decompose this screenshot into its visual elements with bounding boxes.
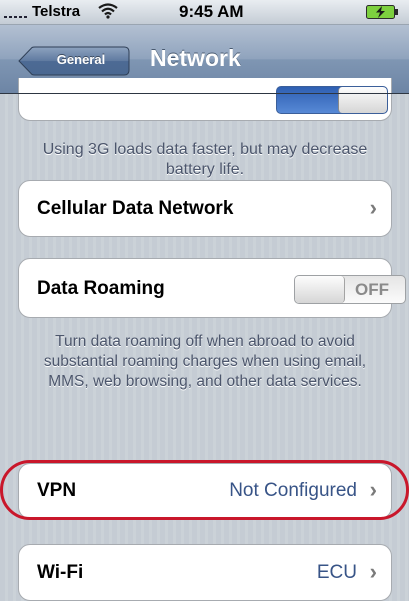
carrier-name: Telstra — [32, 3, 81, 20]
cellular-data-network-label: Cellular Data Network — [37, 198, 234, 219]
clock: 9:45 AM — [179, 2, 244, 21]
back-button[interactable]: General — [18, 46, 130, 76]
battery-icon — [366, 5, 398, 19]
data-roaming-note: Turn data roaming off when abroad to avo… — [43, 333, 367, 390]
data-roaming-label: Data Roaming — [37, 278, 165, 299]
wifi-icon — [98, 3, 118, 19]
signal-strength-icon — [4, 6, 27, 18]
3g-note: Using 3G loads data faster, but may decr… — [42, 141, 368, 178]
chevron-right-icon: › — [369, 559, 377, 584]
wifi-label: Wi-Fi — [37, 562, 84, 583]
wifi-value: ECU — [316, 562, 357, 583]
status-bar: Telstra 9:45 AM — [0, 0, 409, 25]
enable-3g-row[interactable] — [18, 78, 392, 121]
vpn-value: Not Configured — [229, 480, 357, 501]
back-button-label: General — [56, 52, 106, 67]
data-roaming-toggle[interactable]: OFF — [294, 275, 406, 304]
chevron-right-icon: › — [369, 195, 377, 220]
page-title: Network — [150, 45, 241, 71]
toggle-state-label: OFF — [355, 280, 389, 299]
chevron-right-icon: › — [369, 477, 377, 502]
vpn-label: VPN — [37, 480, 77, 501]
wifi-row[interactable]: Wi-Fi ECU › — [18, 544, 392, 601]
toggle-knob — [295, 276, 345, 303]
vpn-row[interactable]: VPN Not Configured › — [18, 463, 392, 519]
cellular-data-network-row[interactable]: Cellular Data Network › — [18, 180, 392, 237]
data-roaming-row: Data Roaming OFF — [18, 258, 406, 318]
enable-3g-toggle[interactable] — [276, 86, 388, 114]
